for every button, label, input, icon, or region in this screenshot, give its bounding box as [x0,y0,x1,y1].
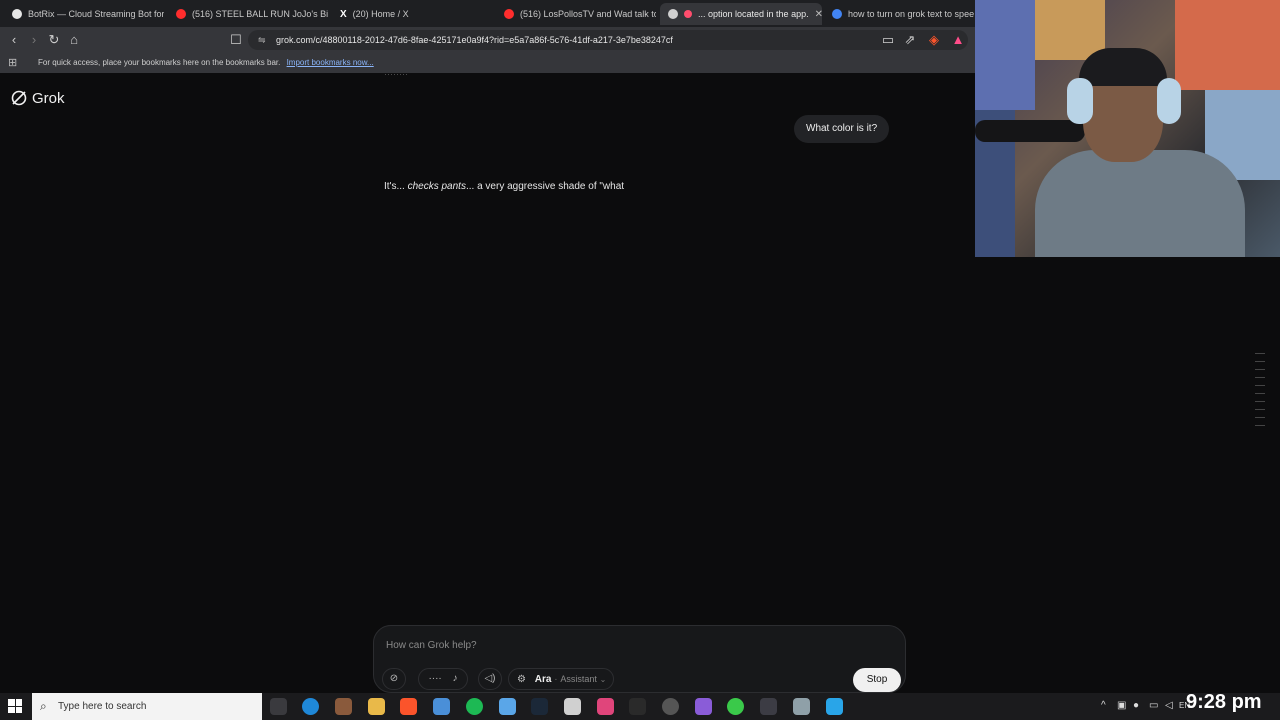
prompt-input[interactable] [386,636,866,654]
tab-botrix[interactable]: BotRix — Cloud Streaming Bot for Tw [4,3,164,25]
app-name: Grok [32,89,65,107]
voice-mode: Assistant [560,674,597,684]
voice-name: Ara [534,674,552,685]
tab-grok-active[interactable]: ... option located in the app. ✕ [660,3,822,25]
app-icon[interactable] [335,698,352,715]
task-view-icon[interactable] [270,698,287,715]
tab-label: (516) STEEL BALL RUN JoJo's Bizarre [192,9,328,19]
obs-icon[interactable] [662,698,679,715]
tray-app-icon[interactable]: ▣ [1117,700,1126,711]
speaker-button[interactable]: ◁) [478,668,502,690]
cast-icon[interactable]: ▭ [880,32,896,48]
app-icon[interactable] [597,698,614,715]
audio-playing-icon[interactable] [684,10,692,18]
previous-message-fragment: ········ [384,69,408,79]
reload-icon[interactable]: ↻ [46,32,62,48]
prompt-composer: ⊘ ···· ♪ ◁) ⚙ Ara · Assistant ⌄ Stop [373,625,906,693]
webcam-overlay [975,0,1280,257]
tab-label: how to turn on grok text to speech [848,9,974,19]
spotify-icon[interactable] [466,698,483,715]
user-message-bubble: What color is it? [794,115,890,143]
network-icon[interactable]: ▭ [1149,700,1158,711]
assistant-text-suffix: ... a very aggressive shade of "what [465,181,625,192]
tab-youtube-steel-ball-run[interactable]: (516) STEEL BALL RUN JoJo's Bizarre [168,3,328,25]
tab-youtube-lospollostv[interactable]: (516) LosPollosTV and Wad talk to ur [496,3,656,25]
waveform-icon: ···· [428,673,442,684]
forward-icon[interactable]: › [26,32,42,48]
search-icon: ⌕ [40,699,47,713]
app-icon[interactable] [727,698,744,715]
speaker-icon: ◁) [484,673,496,684]
app-icon[interactable] [793,698,810,715]
tab-label: (20) Home / X [352,9,409,19]
volume-icon[interactable]: ◁ [1165,700,1173,711]
windows-taskbar: ⌕ Type here to search ^ ▣ ● ▭ ◁ EN 9:28 … [0,691,1280,720]
tab-label: (516) LosPollosTV and Wad talk to ur [520,9,656,19]
taskbar-search-placeholder: Type here to search [58,701,147,712]
browser-tab-bar: BotRix — Cloud Streaming Bot for Tw (516… [0,0,975,27]
camera-app-icon[interactable] [564,698,581,715]
site-info-icon[interactable]: ⇋ [258,30,266,50]
home-icon[interactable]: ⌂ [66,32,82,48]
attach-button[interactable]: ⊘ [382,668,406,690]
assistant-text-prefix: It's... [384,181,408,192]
back-icon[interactable]: ‹ [6,32,22,48]
brave-rewards-icon[interactable]: ▲ [950,32,966,48]
tab-label: BotRix — Cloud Streaming Bot for Tw [28,9,164,19]
file-explorer-icon[interactable] [368,698,385,715]
url-text: grok.com/c/48800118-2012-47d6-8fae-42517… [276,35,673,45]
person-torso [1035,150,1245,257]
app-icon[interactable] [826,698,843,715]
app-icon[interactable] [760,698,777,715]
chevron-up-icon[interactable]: ^ [1101,700,1106,711]
x-icon: X [340,8,347,20]
app-icon[interactable] [499,698,516,715]
microphone-arm [975,120,1085,142]
steam-icon[interactable] [531,698,548,715]
microphone-icon: ♪ [452,673,458,684]
address-bar[interactable]: ⇋ grok.com/c/48800118-2012-47d6-8fae-425… [248,30,968,50]
tab-google-search[interactable]: how to turn on grok text to speech [824,3,974,25]
bookmark-icon[interactable]: ☐ [228,32,244,48]
app-icon[interactable] [695,698,712,715]
taskbar-search[interactable]: ⌕ Type here to search [32,693,262,720]
windows-start-icon[interactable] [8,699,22,713]
assistant-text-italic: checks pants [407,181,466,192]
grok-logo[interactable]: Grok [10,89,65,107]
stop-button[interactable]: Stop [853,668,901,692]
headphone-left [1067,78,1093,124]
voice-input-group[interactable]: ···· ♪ [418,668,468,690]
location-icon[interactable]: ● [1133,700,1139,711]
tab-x-home[interactable]: X (20) Home / X [332,3,492,25]
brave-shield-icon[interactable]: ◈ [926,32,942,48]
epic-games-icon[interactable] [629,698,646,715]
browser-toolbar: ‹ › ↻ ⌂ ☐ ⇋ grok.com/c/48800118-2012-47d… [0,27,975,53]
edge-icon[interactable] [302,698,319,715]
assistant-message: It's... checks pants... a very aggressiv… [384,181,624,192]
grok-tab-icon [668,9,678,19]
close-tab-icon[interactable]: ✕ [815,9,822,20]
youtube-icon [176,9,186,19]
chevron-down-icon: ⌄ [599,675,607,684]
paperclip-icon: ⊘ [389,673,399,684]
apps-grid-icon[interactable]: ⊞ [8,53,17,73]
grok-logo-icon [11,90,27,106]
headphone-right [1157,78,1181,124]
bookmarks-bar: ⊞ For quick access, place your bookmarks… [0,53,975,73]
share-icon[interactable]: ⇗ [902,32,918,48]
store-icon[interactable] [433,698,450,715]
brave-icon[interactable] [400,698,417,715]
beanie [1079,48,1167,86]
clock[interactable]: 9:28 pm [1186,691,1262,714]
bookmarks-hint: For quick access, place your bookmarks h… [38,58,281,67]
botrix-icon [12,9,22,19]
import-bookmarks-link[interactable]: Import bookmarks now... [287,58,374,67]
google-icon [832,9,842,19]
youtube-icon [504,9,514,19]
voice-selector[interactable]: ⚙ Ara · Assistant ⌄ [508,668,614,690]
sliders-icon: ⚙ [517,674,526,685]
conversation-scroll-markers[interactable] [1255,353,1265,433]
tab-label: ... option located in the app. [698,9,809,19]
